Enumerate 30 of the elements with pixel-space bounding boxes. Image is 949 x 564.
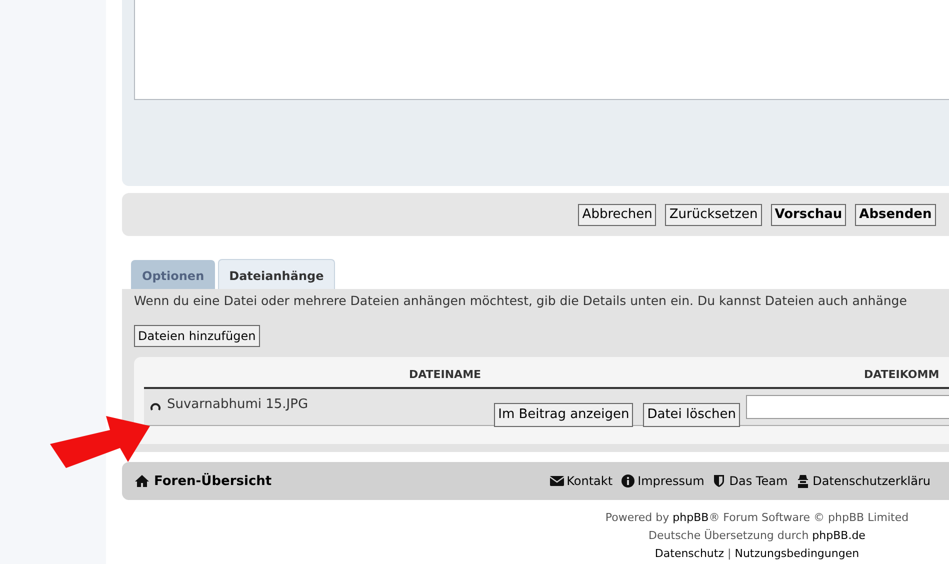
column-header: DATEINAME (408, 367, 482, 383)
envelope-icon (550, 474, 564, 488)
footer-link[interactable]: Nutzungsbedingungen (734, 547, 860, 560)
spinner-icon (150, 401, 161, 412)
powered-by-text: Powered by phpBB® Forum Software © phpBB Limited (604, 510, 910, 526)
column-header: DATEIKOMM (863, 367, 940, 383)
phpbb-link[interactable]: phpBB (672, 511, 709, 524)
form-button[interactable]: Vorschau (770, 204, 846, 226)
board-index-link[interactable]: Foren-Übersicht (135, 474, 272, 488)
form-button[interactable]: Abbrechen (578, 204, 656, 226)
translation-credit: Deutsche Übersetzung durch phpBB.de (648, 528, 866, 544)
footer-link[interactable]: Datenschutz (654, 547, 724, 560)
file-name: Suvarnabhumi 15.JPG (167, 397, 308, 412)
info-icon (620, 474, 635, 488)
form-button[interactable]: Absenden (855, 204, 936, 226)
delete-file-button[interactable]: Datei löschen (643, 403, 740, 427)
translation-link[interactable]: phpBB.de (812, 529, 866, 542)
shield-icon (712, 474, 726, 488)
footer-link[interactable]: Das Team (712, 474, 788, 488)
home-icon (135, 474, 149, 488)
tab[interactable]: Dateianhänge (218, 259, 335, 289)
user-secret-icon (796, 474, 810, 488)
add-files-button[interactable]: Dateien hinzufügen (134, 325, 260, 347)
footer-link[interactable]: Kontakt (550, 474, 613, 488)
separator: | (726, 547, 732, 560)
footer-link[interactable]: Datenschutzerkläru (796, 474, 930, 488)
show-in-post-button[interactable]: Im Beitrag anzeigen (494, 403, 634, 427)
form-button[interactable]: Zurücksetzen (665, 204, 762, 226)
attachments-description: Wenn du eine Datei oder mehrere Dateien anhängen möchtest, gib die Details unten ein. Du kannst Dateien auch anhänge (133, 292, 908, 310)
footer-link[interactable]: Impressum (620, 474, 704, 488)
